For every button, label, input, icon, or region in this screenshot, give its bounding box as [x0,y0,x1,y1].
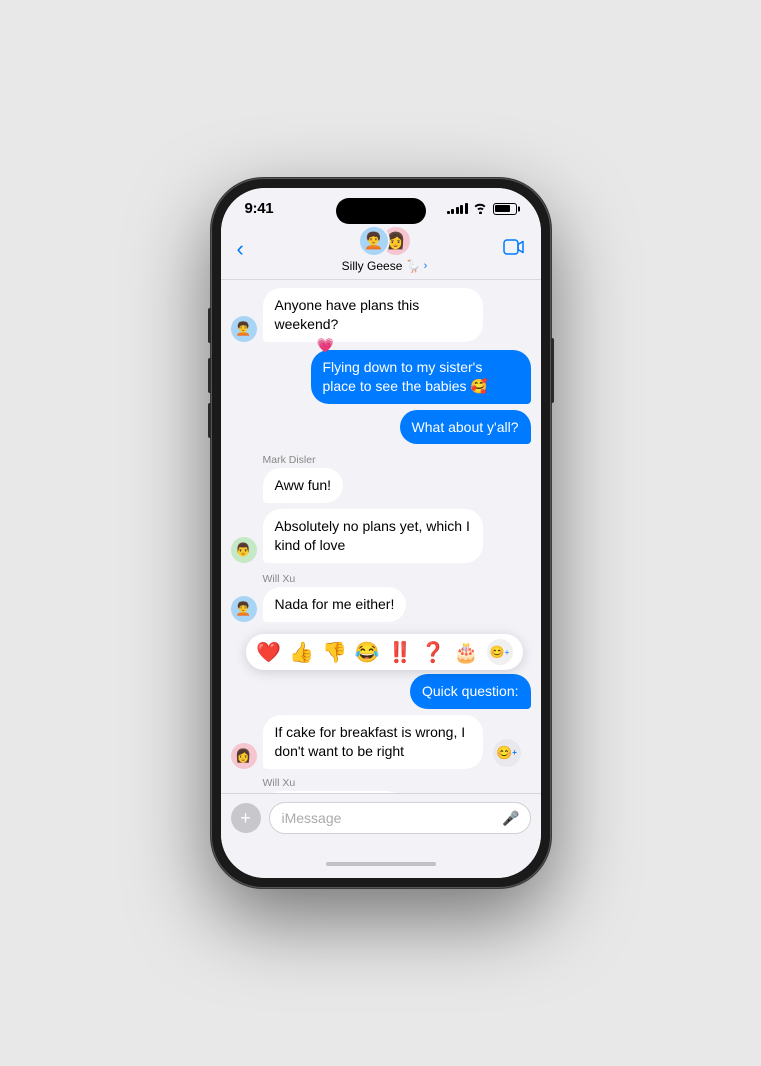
message-input[interactable]: iMessage 🎤 [269,802,531,834]
message-row: Quick question: [231,674,531,709]
reaction-bar[interactable]: ❤️ 👍 👎 😂 ‼️ ❓ 🎂 😊+ [246,634,522,670]
heart-reaction-icon: 💗 [317,336,334,355]
message-row: Aww fun! [231,468,531,503]
nav-bar: ‹ 🧑‍🦱 👩 Silly Geese 🪿 › [221,221,541,280]
message-row: 💗 Flying down to my sister's place to se… [231,350,531,404]
message-bubble[interactable]: Haha I second that [263,791,405,793]
avatar: 👨 [231,537,257,563]
message-bubble[interactable]: Nada for me either! [263,587,407,622]
nav-chevron-icon: › [424,260,428,272]
home-indicator [221,850,541,878]
status-bar: 9:41 [221,188,541,221]
message-bubble[interactable]: Quick question: [410,674,531,709]
battery-fill [495,205,510,212]
back-button[interactable]: ‹ [237,236,267,262]
tapback-add-button[interactable]: 😊 + [493,739,521,767]
phone-frame: 9:41 ‹ [211,178,551,888]
mic-button[interactable]: 🎤 [502,810,519,827]
message-row: What about y'all? [231,410,531,445]
wifi-svg-icon [473,203,488,214]
phone-screen: 9:41 ‹ [221,188,541,878]
add-attachment-button[interactable]: + [231,803,261,833]
battery-icon [493,203,517,215]
group-avatars: 🧑‍🦱 👩 [358,225,412,257]
signal-icon [447,203,468,214]
group-name: Silly Geese 🪿 › [342,259,428,273]
reaction-heart[interactable]: ❤️ [256,640,281,665]
message-row: 👩 If cake for breakfast is wrong, I don'… [231,715,531,769]
message-bubble[interactable]: What about y'all? [400,410,531,445]
reaction-cake[interactable]: 🎂 [454,640,479,665]
status-icons [447,203,517,215]
reaction-question[interactable]: ❓ [421,640,446,665]
avatar: 🧑‍🦱 [231,316,257,342]
home-bar [326,862,436,866]
avatar: 👩 [231,743,257,769]
reaction-haha[interactable]: 😂 [355,640,380,665]
avatar-1: 🧑‍🦱 [358,225,390,257]
message-row: 🧑‍🦱 Anyone have plans this weekend? [231,288,531,342]
video-call-button[interactable] [503,238,525,261]
reaction-thumbsdown[interactable]: 👎 [322,640,347,665]
message-bubble[interactable]: 💗 Flying down to my sister's place to se… [311,350,531,404]
message-bubble[interactable]: Absolutely no plans yet, which I kind of… [263,509,483,563]
sender-name: Mark Disler [263,454,531,466]
message-bubble[interactable]: Aww fun! [263,468,344,503]
input-bar: + iMessage 🎤 [221,793,541,850]
dynamic-island [336,198,426,224]
message-bubble[interactable]: If cake for breakfast is wrong, I don't … [263,715,483,769]
avatar: 🧑‍🦱 [231,596,257,622]
status-time: 9:41 [245,200,274,217]
sender-name: Will Xu [263,573,531,585]
message-row: 🧑‍🦱 Nada for me either! [231,587,531,622]
reaction-thumbsup[interactable]: 👍 [289,640,314,665]
messages-area: 🧑‍🦱 Anyone have plans this weekend? 💗 Fl… [221,280,541,793]
message-bubble[interactable]: Anyone have plans this weekend? [263,288,483,342]
sender-name: Will Xu [263,777,531,789]
nav-center[interactable]: 🧑‍🦱 👩 Silly Geese 🪿 › [267,225,503,273]
reaction-exclaim[interactable]: ‼️ [388,640,413,665]
message-row: 👨 Absolutely no plans yet, which I kind … [231,509,531,563]
message-with-reaction: ❤️ 👍 👎 😂 ‼️ ❓ 🎂 😊+ Quick questi [231,634,531,709]
reaction-more-button[interactable]: 😊+ [487,639,513,665]
